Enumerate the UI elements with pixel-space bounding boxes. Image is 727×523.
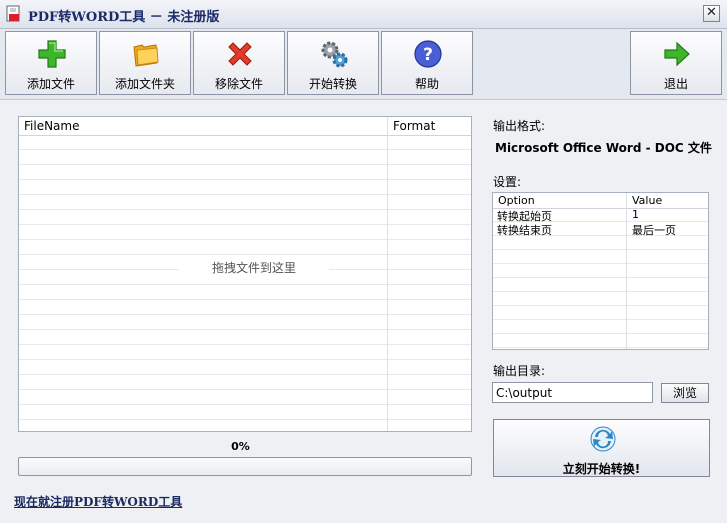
x-icon [228,42,252,66]
settings-row[interactable]: 转换结束页 最后一页 [493,222,708,238]
setting-value[interactable]: 1 [632,208,639,221]
start-convert-label: 立刻开始转换! [562,462,641,476]
column-format[interactable]: Format [393,119,435,133]
gears-icon [321,41,348,68]
start-convert-toolbar-label: 开始转换 [308,77,357,91]
output-format-label: 输出格式: [493,119,546,133]
file-list[interactable]: FileName Format 拖拽文件到这里 [18,116,472,432]
progress-bar [18,457,472,476]
column-option[interactable]: Option [498,194,535,207]
column-divider [387,117,388,431]
toolbar: 添加文件 添加文件夹 移除文件 开始转换 ? 帮助 退出 [0,29,727,100]
output-dir-label: 输出目录: [493,364,546,378]
settings-label: 设置: [493,175,522,189]
close-button[interactable]: ✕ [703,5,720,22]
remove-file-button[interactable]: 移除文件 [193,31,285,95]
window-title: PDF转WORD工具 － 未注册版 [28,10,220,25]
convert-arrows-icon [590,426,616,452]
remove-file-label: 移除文件 [214,77,263,91]
app-icon [6,5,20,22]
main-panel: FileName Format 拖拽文件到这里 0% 现在就注册PDF转WORD… [0,100,727,523]
start-convert-button[interactable]: 立刻开始转换! [493,419,710,477]
file-list-rows [19,135,471,431]
setting-option: 转换结束页 [497,224,552,237]
start-convert-toolbar-button[interactable]: 开始转换 [287,31,379,95]
title-bar: PDF转WORD工具 － 未注册版 ✕ [0,0,727,29]
column-value[interactable]: Value [632,194,662,207]
plus-icon [38,40,66,68]
help-label: 帮助 [414,77,439,91]
drop-hint: 拖拽文件到这里 [179,259,329,275]
help-button[interactable]: ? 帮助 [381,31,473,95]
folder-icon [133,44,159,67]
output-dir-input[interactable] [492,382,653,403]
question-icon: ? [414,40,442,68]
column-filename[interactable]: FileName [24,119,79,133]
settings-row[interactable]: 转换起始页 1 [493,208,708,223]
add-folder-button[interactable]: 添加文件夹 [99,31,191,95]
browse-button[interactable]: 浏览 [661,383,709,403]
setting-value[interactable]: 最后一页 [632,222,676,238]
add-file-button[interactable]: 添加文件 [5,31,97,95]
add-folder-label: 添加文件夹 [114,77,175,91]
settings-grid[interactable]: Option Value 转换起始页 1 转换结束页 最后一页 [492,192,709,350]
output-format-value: Microsoft Office Word - DOC 文件 [495,141,712,155]
arrow-right-icon [664,41,690,67]
exit-label: 退出 [663,77,688,91]
settings-header: Option Value [493,193,708,209]
progress-percent: 0% [231,440,250,453]
svg-text:?: ? [423,45,433,65]
register-link[interactable]: 现在就注册PDF转WORD工具 [14,493,182,510]
add-file-label: 添加文件 [26,77,75,91]
file-list-header: FileName Format [19,117,471,136]
exit-button[interactable]: 退出 [630,31,722,95]
